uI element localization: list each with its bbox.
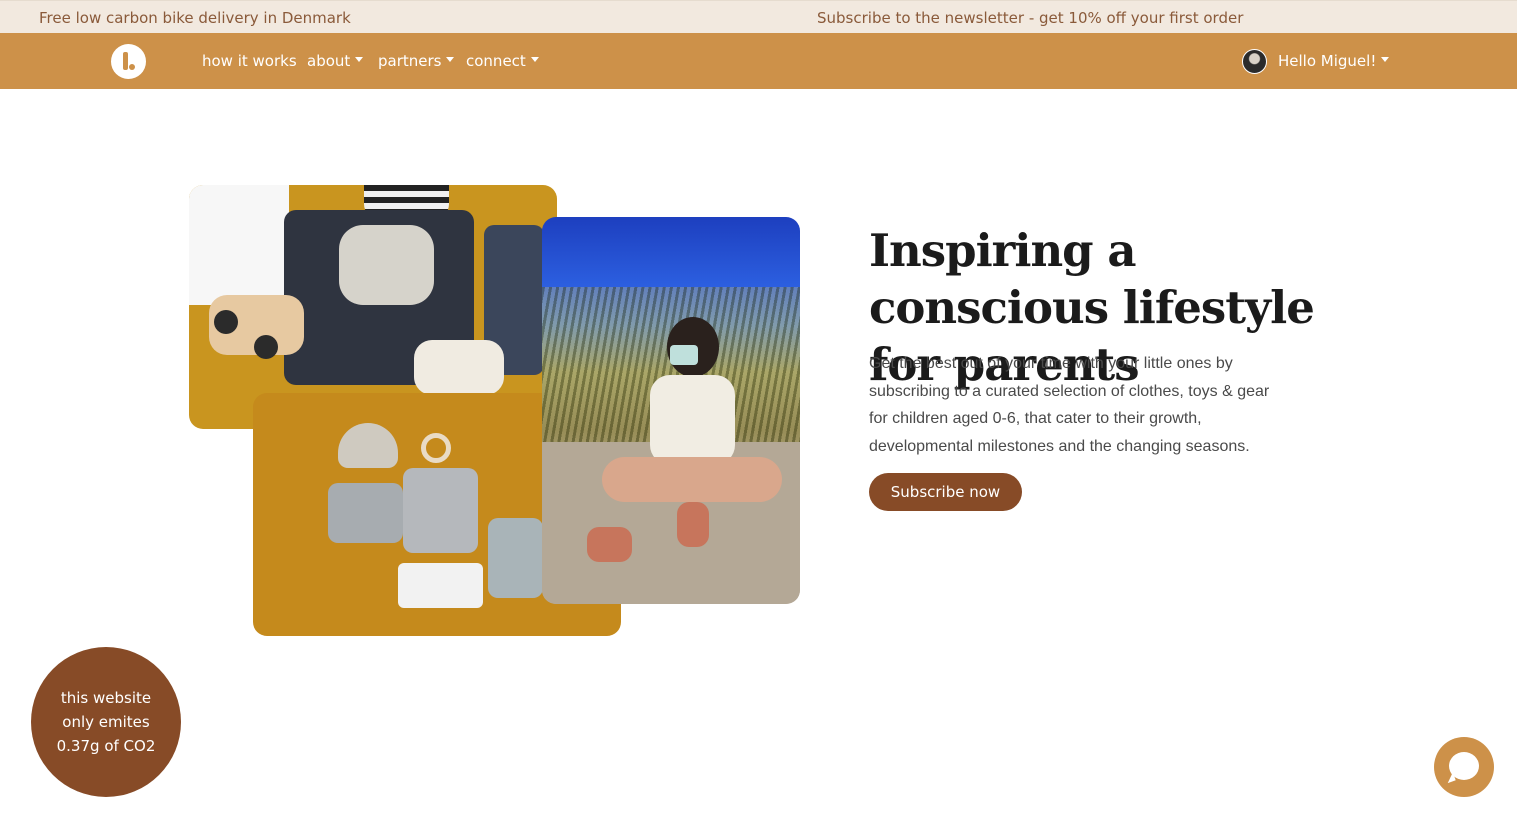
brand-logo-icon[interactable] [111, 44, 146, 79]
subscribe-now-button[interactable]: Subscribe now [869, 473, 1022, 511]
nav-about-label: about [307, 52, 351, 70]
co2-line-3: 0.37g of CO2 [56, 737, 156, 755]
caret-down-icon [1381, 57, 1390, 62]
chat-button[interactable] [1434, 737, 1494, 797]
user-avatar[interactable] [1242, 49, 1267, 74]
user-greeting: Hello Miguel! [1278, 52, 1377, 70]
hero-description: Get the best out of your time with your … [869, 355, 1270, 455]
caret-down-icon [530, 57, 539, 62]
nav-how-it-works-label: how it works [202, 52, 297, 70]
newsletter-link[interactable]: Subscribe to the newsletter - get 10% of… [817, 9, 1243, 27]
co2-line-1: this website [60, 689, 152, 707]
nav-about-dropdown[interactable]: about [307, 52, 364, 70]
nav-how-it-works[interactable]: how it works [202, 52, 297, 70]
user-menu-dropdown[interactable]: Hello Miguel! [1278, 52, 1390, 70]
announcement-bar: Free low carbon bike delivery in Denmark… [0, 0, 1517, 33]
caret-down-icon [446, 57, 455, 62]
nav-partners-dropdown[interactable]: partners [378, 52, 455, 70]
hero-image-child-with-camera [542, 217, 800, 604]
nav-connect-dropdown[interactable]: connect [466, 52, 539, 70]
co2-line-2: only emites [62, 713, 150, 731]
delivery-note: Free low carbon bike delivery in Denmark [39, 9, 351, 27]
co2-emission-badge: this website only emites 0.37g of CO2 [31, 647, 181, 797]
main-navbar: how it works about partners connect Hell… [0, 33, 1517, 89]
nav-partners-label: partners [378, 52, 442, 70]
nav-connect-label: connect [466, 52, 526, 70]
caret-down-icon [355, 57, 364, 62]
